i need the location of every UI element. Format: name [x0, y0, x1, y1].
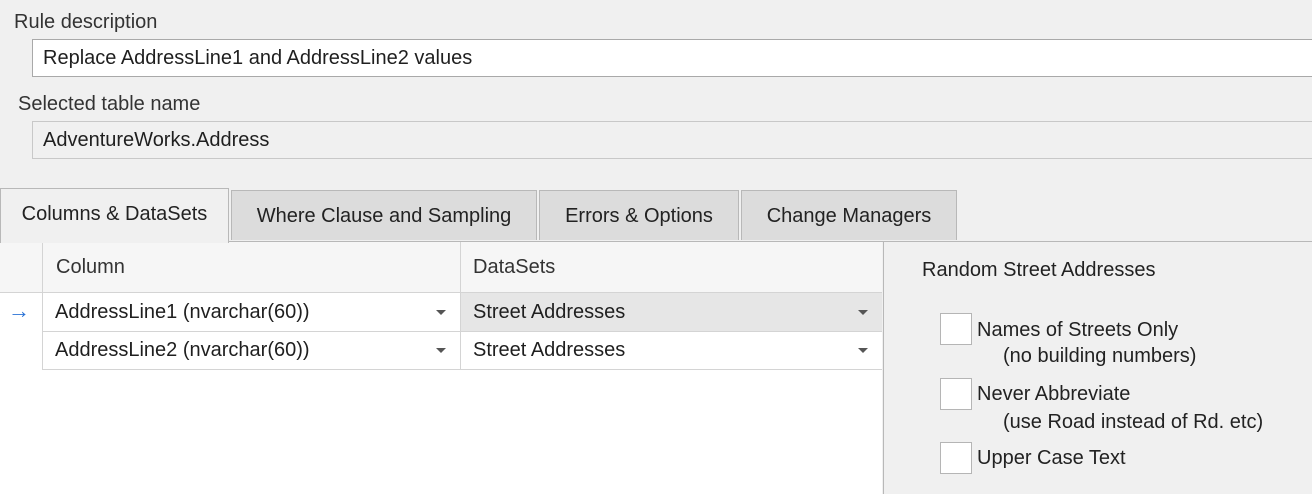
panel-title: Random Street Addresses	[922, 259, 1156, 281]
table-row[interactable]: AddressLine2 (nvarchar(60)) Street Addre…	[42, 331, 882, 370]
datasets-header[interactable]: DataSets	[473, 242, 555, 292]
tab-columns-datasets[interactable]: Columns & DataSets	[0, 188, 229, 243]
names-of-streets-only-checkbox[interactable]	[940, 313, 972, 345]
tab-errors-options[interactable]: Errors & Options	[539, 190, 739, 240]
chevron-down-icon[interactable]	[858, 310, 868, 315]
dataset-options-panel: Random Street Addresses Names of Streets…	[883, 242, 1312, 494]
tab-label: Columns & DataSets	[21, 203, 208, 225]
table-row[interactable]: AddressLine1 (nvarchar(60)) Street Addre…	[42, 293, 882, 332]
upper-case-text-checkbox[interactable]	[940, 442, 972, 474]
dataset-cell[interactable]: Street Addresses	[473, 331, 833, 369]
columns-grid[interactable]: Column DataSets → AddressLine1 (nvarchar…	[0, 242, 882, 494]
column-header[interactable]: Column	[56, 242, 125, 292]
column-cell[interactable]: AddressLine2 (nvarchar(60))	[55, 331, 445, 369]
dataset-cell[interactable]: Street Addresses	[473, 293, 833, 331]
selected-table-field: AdventureWorks.Address	[32, 121, 1312, 159]
rule-description-label: Rule description	[14, 11, 158, 33]
chevron-down-icon[interactable]	[858, 348, 868, 353]
tab-label: Where Clause and Sampling	[256, 205, 512, 227]
names-of-streets-only-label[interactable]: Names of Streets Only	[977, 318, 1178, 342]
tab-label: Change Managers	[766, 205, 932, 227]
tab-label: Errors & Options	[565, 205, 713, 227]
chevron-down-icon[interactable]	[436, 348, 446, 353]
grid-header: Column DataSets	[0, 242, 882, 293]
upper-case-text-label[interactable]: Upper Case Text	[977, 446, 1126, 470]
names-of-streets-only-sublabel: (no building numbers)	[1003, 345, 1197, 367]
chevron-down-icon[interactable]	[436, 310, 446, 315]
never-abbreviate-label[interactable]: Never Abbreviate	[977, 382, 1130, 406]
rule-description-input[interactable]: Replace AddressLine1 and AddressLine2 va…	[32, 39, 1312, 77]
tab-where-clause-sampling[interactable]: Where Clause and Sampling	[231, 190, 537, 240]
column-cell[interactable]: AddressLine1 (nvarchar(60))	[55, 293, 445, 331]
never-abbreviate-checkbox[interactable]	[940, 378, 972, 410]
never-abbreviate-sublabel: (use Road instead of Rd. etc)	[1003, 411, 1264, 433]
current-row-arrow-icon: →	[8, 298, 30, 323]
tab-change-managers[interactable]: Change Managers	[741, 190, 957, 240]
selected-table-label: Selected table name	[18, 93, 201, 115]
